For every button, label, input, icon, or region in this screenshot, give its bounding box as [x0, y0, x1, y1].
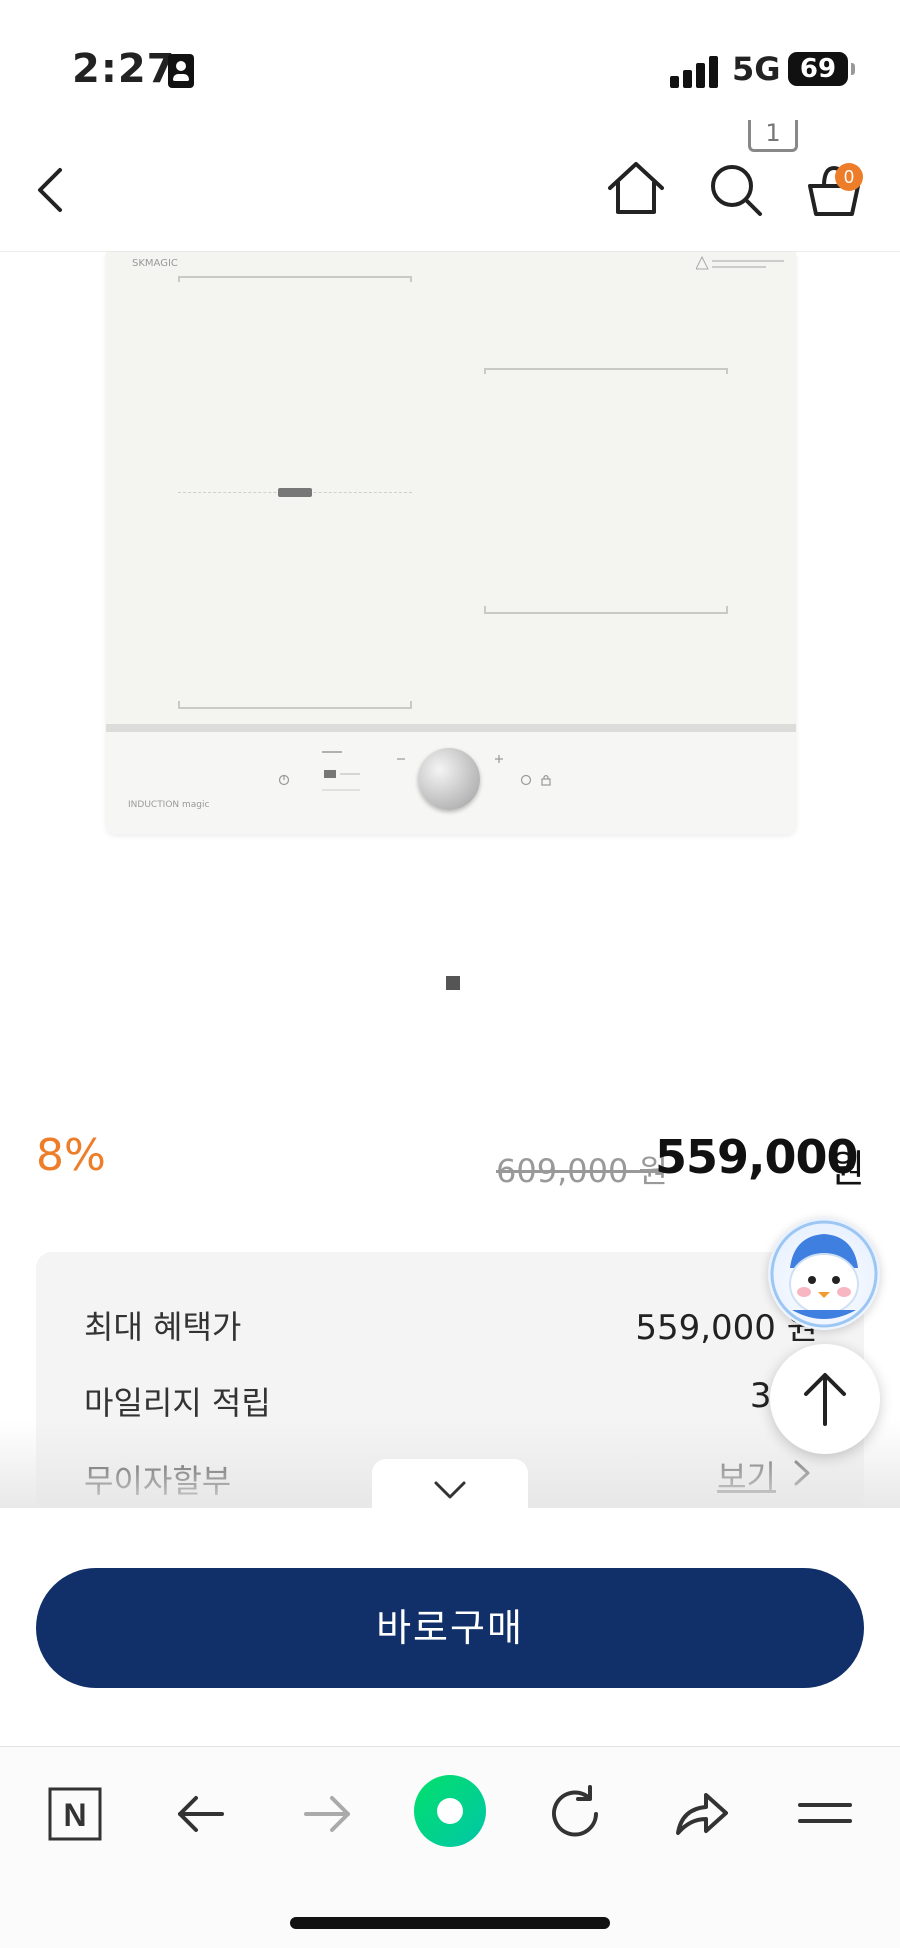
- zone-marker: [410, 276, 412, 282]
- browser-toolbar: N: [0, 1746, 900, 1948]
- zone-marker: [726, 368, 728, 374]
- benefit-label-max: 최대 혜택가: [84, 1308, 242, 1346]
- price-unit: 원: [830, 1147, 865, 1191]
- installment-view-link[interactable]: 보기: [717, 1452, 776, 1498]
- sale-price: 559,000: [655, 1130, 859, 1184]
- green-dot-icon: [414, 1775, 486, 1847]
- scroll-to-top-button[interactable]: [770, 1344, 880, 1454]
- zone-marker: [484, 368, 486, 374]
- tab-count-badge[interactable]: 1: [748, 120, 798, 152]
- status-time: 2:27: [72, 46, 176, 92]
- benefit-label-installment: 무이자할부: [84, 1462, 232, 1500]
- chatbot-mascot-icon: [770, 1220, 878, 1328]
- home-indicator: [290, 1917, 610, 1929]
- id-card-icon: [168, 54, 194, 88]
- search-icon: [711, 165, 762, 216]
- cooktop-dial: [418, 748, 480, 810]
- menu-icon: [798, 1803, 852, 1823]
- cooktop-control-strip: INDUCTION magic: [106, 724, 796, 834]
- battery-icon: 69: [788, 52, 855, 86]
- cart-count: 0: [844, 167, 854, 187]
- back-button[interactable]: [20, 158, 84, 222]
- zone-marker: [178, 276, 180, 282]
- battery-level: 69: [799, 54, 837, 84]
- chevron-down-icon: [434, 1481, 466, 1499]
- zone-marker: [410, 701, 412, 707]
- plus-icon: [495, 755, 503, 763]
- lock-icon: [541, 774, 551, 786]
- back-arrow-icon: [178, 1796, 224, 1832]
- flex-zone-label: [278, 488, 312, 497]
- benefit-label-mileage: 마일리지 적립: [84, 1384, 271, 1422]
- share-icon: [676, 1793, 728, 1835]
- search-button[interactable]: [704, 158, 768, 222]
- zone-marker: [484, 612, 728, 614]
- naver-home-button[interactable]: N: [40, 1779, 110, 1849]
- arrow-up-icon: [804, 1373, 846, 1426]
- minus-icon: [397, 758, 405, 760]
- status-bar: 2:27 5G 69: [0, 0, 900, 120]
- browser-back-button[interactable]: [166, 1779, 236, 1849]
- cart-count-badge: 0: [835, 163, 863, 191]
- carousel-indicator: [446, 976, 460, 990]
- zone-marker: [178, 707, 412, 709]
- home-icon: [608, 162, 664, 214]
- zone-marker: [484, 606, 486, 612]
- browser-forward-button[interactable]: [292, 1779, 362, 1849]
- buy-now-button[interactable]: 바로구매: [36, 1568, 864, 1688]
- warning-label-icon: [696, 256, 784, 270]
- brand-mark: SKMAGIC: [132, 258, 178, 269]
- forward-arrow-icon: [304, 1796, 350, 1832]
- naver-letter: N: [63, 1797, 86, 1833]
- product-image[interactable]: SKMAGIC INDUCTION magic: [106, 252, 796, 834]
- cart-button[interactable]: 0: [802, 158, 866, 222]
- power-icon: [278, 774, 290, 786]
- signal-icon: [670, 56, 722, 88]
- home-button[interactable]: [604, 158, 668, 222]
- zone-marker: [484, 368, 728, 370]
- refresh-button[interactable]: [540, 1779, 610, 1849]
- refresh-icon: [552, 1785, 598, 1837]
- naver-n-icon: N: [48, 1787, 102, 1841]
- green-dot-button[interactable]: [412, 1773, 488, 1849]
- network-label: 5G: [732, 50, 781, 88]
- zone-select-icon: [322, 751, 360, 791]
- discount-rate: 8%: [36, 1130, 106, 1181]
- share-button[interactable]: [666, 1779, 736, 1849]
- back-chevron-icon: [38, 168, 62, 212]
- zone-marker: [178, 276, 412, 278]
- menu-button[interactable]: [790, 1779, 860, 1849]
- timer-icon: [520, 774, 532, 786]
- app-header: 1 0: [0, 120, 900, 252]
- original-price: 609,000 원: [496, 1152, 668, 1190]
- chatbot-button[interactable]: [768, 1218, 880, 1330]
- purchase-bar: 바로구매: [0, 1508, 900, 1748]
- zone-marker: [726, 606, 728, 612]
- zone-marker: [178, 701, 180, 707]
- model-mark: INDUCTION magic: [128, 800, 210, 810]
- chevron-right-icon: [794, 1460, 810, 1486]
- expand-button[interactable]: [372, 1459, 528, 1515]
